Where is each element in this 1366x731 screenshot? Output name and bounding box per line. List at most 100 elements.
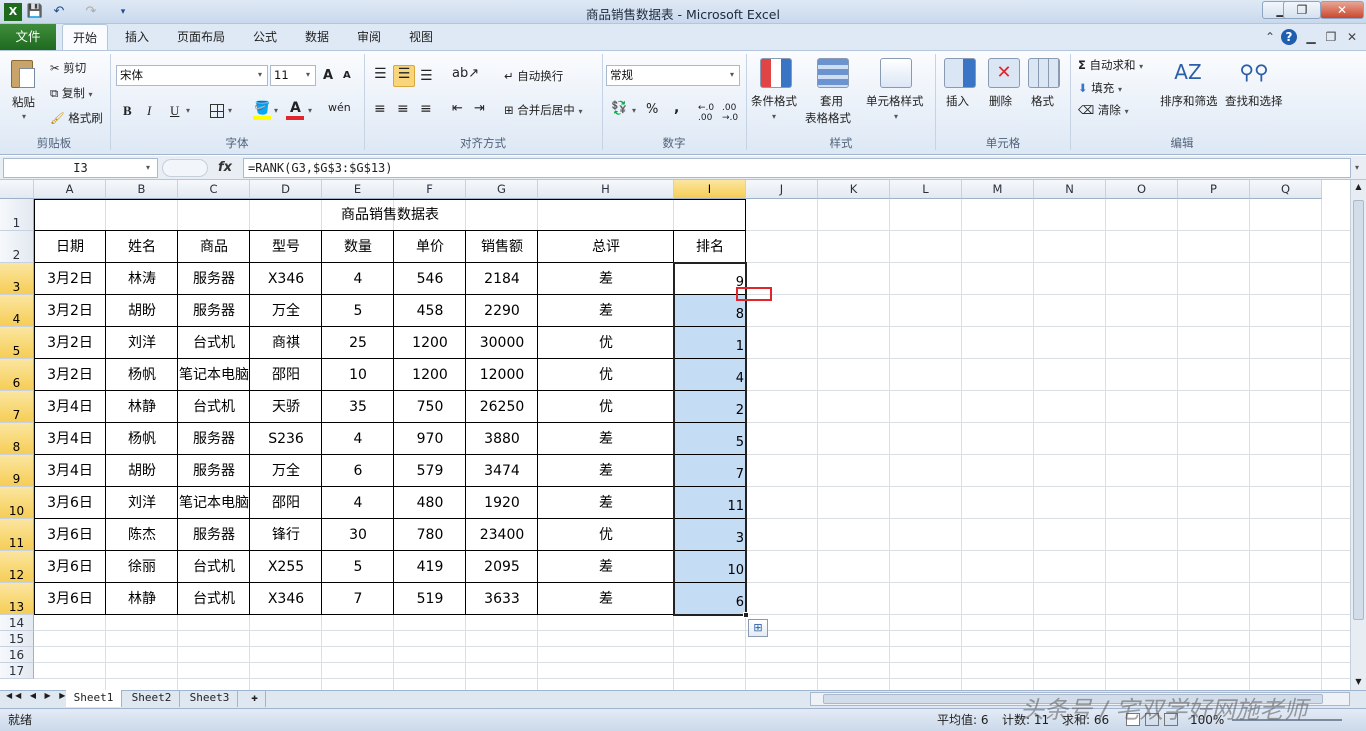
paste-label[interactable]: 粘贴 [12, 94, 35, 110]
tab-insert[interactable]: 插入 [114, 24, 160, 50]
font-color-button[interactable]: A [290, 100, 301, 116]
collapse-ribbon-icon[interactable]: ⌃ [1262, 29, 1278, 45]
help-icon[interactable]: ? [1281, 29, 1297, 45]
underline-button[interactable]: U [170, 103, 179, 119]
table-cell[interactable]: 服务器 [178, 519, 250, 551]
row-header-11[interactable]: 11 [0, 519, 34, 551]
table-cell[interactable]: 3月6日 [34, 551, 106, 583]
table-cell[interactable]: 750 [394, 391, 466, 423]
row-header-16[interactable]: 16 [0, 647, 34, 663]
select-all-corner[interactable] [0, 180, 34, 199]
table-cell[interactable]: 6 [322, 455, 394, 487]
percent-button[interactable]: % [646, 102, 658, 117]
table-cell[interactable]: 林静 [106, 391, 178, 423]
sheet-tab-3[interactable]: Sheet3 [182, 690, 238, 707]
table-cell[interactable]: 35 [322, 391, 394, 423]
row-header-13[interactable]: 13 [0, 583, 34, 615]
table-cell[interactable]: 服务器 [178, 455, 250, 487]
font-size-dropdown-icon[interactable]: ▾ [306, 70, 310, 79]
align-top-icon[interactable]: ☰ [374, 66, 387, 82]
table-cell[interactable]: 1200 [394, 327, 466, 359]
format-as-table-button[interactable]: 表格格式 [805, 110, 851, 126]
table-cell[interactable]: 杨帆 [106, 423, 178, 455]
table-cell[interactable]: 差 [538, 295, 674, 327]
format-as-table-icon[interactable] [817, 58, 849, 88]
table-cell[interactable]: X346 [250, 583, 322, 615]
table-cell[interactable]: 2184 [466, 263, 538, 295]
table-cell[interactable]: 差 [538, 583, 674, 615]
table-cell[interactable]: 3474 [466, 455, 538, 487]
clear-button[interactable]: ⌫ 清除 ▾ [1078, 102, 1129, 118]
row-header-4[interactable]: 4 [0, 295, 34, 327]
table-cell[interactable]: 刘洋 [106, 487, 178, 519]
table-cell[interactable]: 邵阳 [250, 359, 322, 391]
close-button[interactable]: ✕ [1320, 1, 1364, 19]
table-cell[interactable]: 3880 [466, 423, 538, 455]
formula-bar-expander[interactable] [162, 159, 208, 177]
table-cell[interactable]: 5 [322, 295, 394, 327]
tab-page-layout[interactable]: 页面布局 [166, 24, 236, 50]
font-color-dropdown-icon[interactable]: ▾ [308, 106, 312, 115]
currency-icon[interactable]: 💱 [611, 101, 627, 116]
column-header-a[interactable]: A [34, 180, 106, 199]
name-box[interactable]: I3 [3, 158, 158, 178]
table-cell[interactable]: 458 [394, 295, 466, 327]
table-cell[interactable]: 差 [538, 263, 674, 295]
decrease-decimal-icon[interactable]: .00 →.0 [722, 103, 738, 123]
table-cell[interactable]: 天骄 [250, 391, 322, 423]
tab-data[interactable]: 数据 [296, 24, 338, 50]
tab-view[interactable]: 视图 [400, 24, 442, 50]
workbook-restore-icon[interactable]: ❐ [1323, 29, 1339, 45]
table-cell[interactable]: 优 [538, 359, 674, 391]
table-cell[interactable]: 1200 [394, 359, 466, 391]
table-cell[interactable]: 台式机 [178, 583, 250, 615]
column-header-e[interactable]: E [322, 180, 394, 199]
table-cell[interactable]: 万全 [250, 295, 322, 327]
table-cell[interactable]: 1920 [466, 487, 538, 519]
column-header-g[interactable]: G [466, 180, 538, 199]
align-center-icon[interactable]: ≡ [397, 101, 409, 117]
font-name-dropdown[interactable]: 宋体 [116, 65, 268, 86]
table-cell[interactable]: 3月2日 [34, 359, 106, 391]
maximize-button[interactable]: ❐ [1283, 1, 1321, 19]
table-cell[interactable]: 林涛 [106, 263, 178, 295]
merge-center-button[interactable]: ⊞ 合并后居中 ▾ [504, 102, 582, 118]
table-cell[interactable]: 26250 [466, 391, 538, 423]
column-header-o[interactable]: O [1106, 180, 1178, 199]
table-cell[interactable]: 30000 [466, 327, 538, 359]
tab-review[interactable]: 审阅 [348, 24, 390, 50]
format-cells-icon[interactable] [1028, 58, 1060, 88]
table-cell[interactable]: 970 [394, 423, 466, 455]
table-cell[interactable]: 7 [322, 583, 394, 615]
table-cell[interactable]: 12000 [466, 359, 538, 391]
sheet-tab-1[interactable]: Sheet1 [66, 690, 122, 707]
column-header-p[interactable]: P [1178, 180, 1250, 199]
row-header-12[interactable]: 12 [0, 551, 34, 583]
vertical-scrollbar[interactable]: ▲ ▼ [1350, 180, 1366, 690]
font-name-dropdown-icon[interactable]: ▾ [258, 70, 262, 79]
table-cell[interactable]: 579 [394, 455, 466, 487]
table-cell[interactable]: 优 [538, 391, 674, 423]
column-header-q[interactable]: Q [1250, 180, 1322, 199]
table-cell[interactable]: 优 [538, 327, 674, 359]
table-cell[interactable]: 胡盼 [106, 455, 178, 487]
table-cell[interactable]: 419 [394, 551, 466, 583]
row-header-15[interactable]: 15 [0, 631, 34, 647]
row-header-3[interactable]: 3 [0, 263, 34, 295]
table-cell[interactable]: 4 [322, 263, 394, 295]
table-cell[interactable]: 10 [322, 359, 394, 391]
table-cell[interactable]: 3月6日 [34, 583, 106, 615]
table-cell[interactable]: 优 [538, 519, 674, 551]
autosum-button[interactable]: Σ 自动求和 ▾ [1078, 57, 1143, 73]
row-header-6[interactable]: 6 [0, 359, 34, 391]
table-cell[interactable]: 5 [322, 551, 394, 583]
row-header-9[interactable]: 9 [0, 455, 34, 487]
row-header-2[interactable]: 2 [0, 231, 34, 263]
fill-handle[interactable] [743, 612, 749, 618]
delete-button[interactable]: 删除 [989, 93, 1012, 109]
format-painter-button[interactable]: 🖌 格式刷 [50, 110, 103, 126]
row-header-7[interactable]: 7 [0, 391, 34, 423]
table-cell[interactable]: 3月6日 [34, 519, 106, 551]
decrease-indent-icon[interactable]: ⇤ [452, 101, 463, 116]
table-cell[interactable]: 2095 [466, 551, 538, 583]
